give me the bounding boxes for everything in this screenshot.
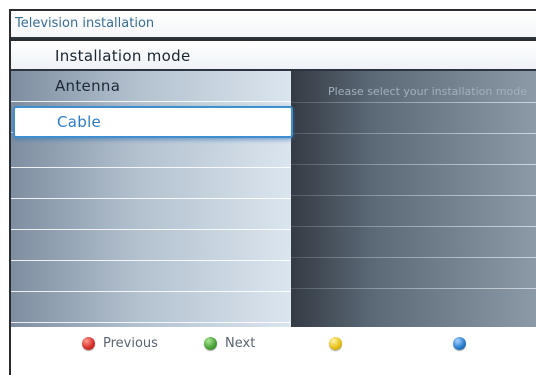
tv-screen: Television installation Installation mod… — [0, 0, 536, 375]
green-button-icon — [204, 336, 217, 350]
info-divider — [291, 195, 536, 196]
next-button[interactable]: Next — [204, 334, 255, 352]
menu-item-label: Antenna — [55, 77, 121, 95]
info-divider — [291, 288, 536, 289]
menu-row-empty — [11, 168, 291, 199]
page-title: Television installation — [15, 16, 155, 31]
info-divider — [291, 164, 536, 165]
menu-row-empty — [11, 261, 291, 292]
menu-row-empty — [11, 230, 291, 261]
yellow-button[interactable] — [329, 334, 342, 352]
menu-row-empty — [11, 292, 291, 323]
next-label: Next — [225, 335, 256, 351]
blue-button[interactable] — [453, 334, 466, 352]
help-text: Please select your installation mode — [328, 85, 528, 98]
menu-row-empty — [11, 137, 291, 168]
previous-label: Previous — [103, 335, 158, 351]
info-panel — [291, 71, 536, 327]
previous-button[interactable]: Previous — [82, 334, 158, 352]
menu-title-bar: Installation mode — [11, 41, 536, 71]
menu-item-cable[interactable]: Cable — [13, 106, 293, 138]
menu-title: Installation mode — [55, 47, 191, 65]
menu-row-empty — [11, 199, 291, 230]
blue-button-icon — [453, 336, 466, 350]
yellow-button-icon — [329, 336, 342, 350]
info-divider — [291, 133, 536, 134]
menu-item-label: Cable — [57, 113, 102, 131]
menu-item-antenna[interactable]: Antenna — [11, 71, 291, 102]
red-button-icon — [82, 336, 95, 350]
footer-bar: Previous Next — [11, 327, 536, 375]
info-divider — [291, 102, 536, 103]
info-divider — [291, 257, 536, 258]
title-bar: Television installation — [11, 11, 536, 39]
info-divider — [291, 226, 536, 227]
